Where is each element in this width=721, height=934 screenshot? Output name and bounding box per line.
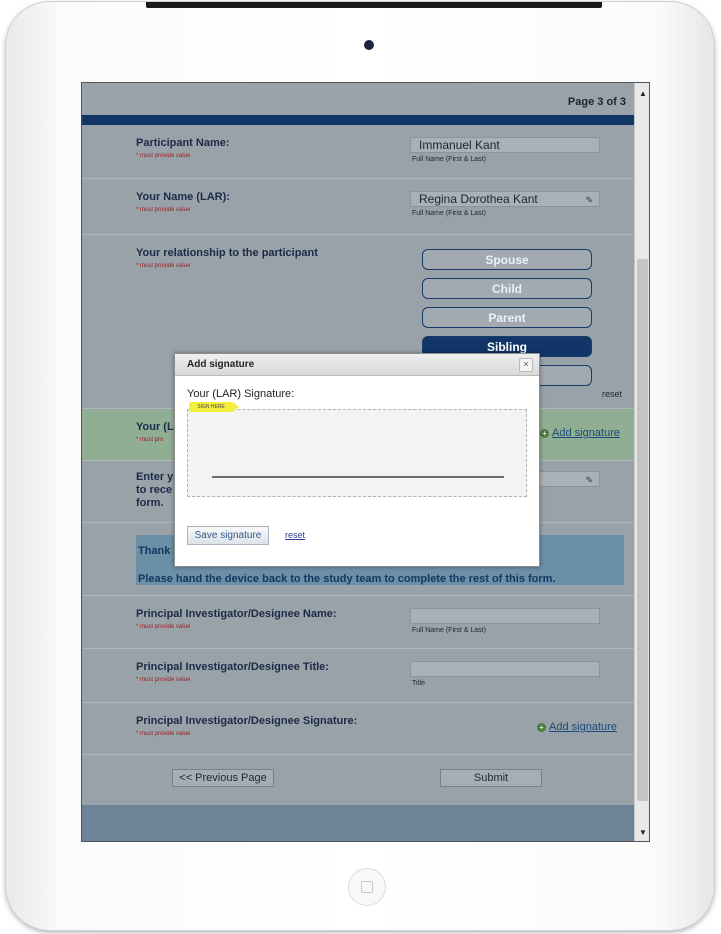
- enter-line-1: Enter y: [136, 471, 174, 483]
- submit-button[interactable]: Submit: [440, 769, 542, 787]
- close-icon[interactable]: ×: [519, 358, 533, 372]
- pi-name-input[interactable]: [410, 608, 600, 624]
- dialog-titlebar: Add signature ×: [175, 354, 539, 376]
- required-note: * must provide value: [136, 731, 191, 737]
- pi-title-label: Principal Investigator/Designee Title:: [136, 661, 329, 673]
- lar-add-signature-link[interactable]: + Add signature: [540, 427, 620, 439]
- pi-title-row: Principal Investigator/Designee Title: *…: [82, 649, 634, 703]
- home-square-icon: [361, 881, 373, 893]
- plus-icon: +: [540, 428, 549, 438]
- enter-line-3: form.: [136, 497, 164, 509]
- add-signature-label: Add signature: [549, 721, 617, 733]
- enter-line-2: to rece: [136, 484, 173, 496]
- option-child[interactable]: Child: [422, 278, 592, 299]
- relationship-label: Your relationship to the participant: [136, 247, 318, 259]
- add-signature-label: Add signature: [552, 427, 620, 439]
- scroll-up-icon[interactable]: ▲: [639, 89, 647, 98]
- home-button[interactable]: [348, 868, 386, 906]
- required-note: * must provide value: [136, 153, 191, 159]
- lar-signature-label: Your (L: [136, 421, 174, 433]
- scrollbar[interactable]: ▲ ▼: [634, 83, 649, 841]
- field-hint: Full Name (First & Last): [412, 210, 486, 217]
- field-hint: Full Name (First & Last): [412, 627, 486, 634]
- scrollbar-thumb[interactable]: [637, 259, 648, 801]
- dialog-title: Add signature: [187, 359, 255, 370]
- lar-name-input[interactable]: Regina Dorothea Kant ✎: [410, 191, 600, 207]
- lar-name-value: Regina Dorothea Kant: [419, 192, 538, 206]
- option-spouse[interactable]: Spouse: [422, 249, 592, 270]
- scroll-down-icon[interactable]: ▼: [639, 828, 647, 837]
- page-footer: [82, 805, 634, 841]
- field-hint: Full Name (First & Last): [412, 156, 486, 163]
- pi-add-signature-link[interactable]: + Add signature: [537, 721, 617, 733]
- pen-icon[interactable]: ✎: [585, 473, 593, 488]
- relationship-reset-link[interactable]: reset: [602, 389, 622, 399]
- tablet-top-edge: [146, 2, 602, 8]
- page-indicator: Page 3 of 3: [567, 96, 626, 108]
- lar-name-row: Your Name (LAR): * must provide value Re…: [82, 179, 634, 235]
- thank-you-text: Thank: [138, 545, 171, 557]
- page-header: Page 3 of 3: [82, 83, 634, 115]
- header-bar: [82, 115, 634, 125]
- pi-name-row: Principal Investigator/Designee Name: * …: [82, 595, 634, 649]
- field-hint: Title: [412, 680, 425, 687]
- signature-pad[interactable]: [187, 409, 527, 497]
- signature-prompt: Your (LAR) Signature:: [187, 388, 295, 400]
- participant-name-input[interactable]: Immanuel Kant: [410, 137, 600, 153]
- participant-name-label: Participant Name:: [136, 137, 230, 149]
- dialog-reset-link[interactable]: reset: [285, 530, 305, 540]
- pi-signature-label: Principal Investigator/Designee Signatur…: [136, 715, 358, 727]
- camera-icon: [364, 40, 374, 50]
- pi-name-label: Principal Investigator/Designee Name:: [136, 608, 337, 620]
- add-signature-dialog: Add signature × Your (LAR) Signature: SI…: [174, 353, 540, 567]
- signature-line: [212, 476, 504, 478]
- required-note: * must provide value: [136, 263, 191, 269]
- screen: Page 3 of 3 Participant Name: * must pro…: [81, 82, 650, 842]
- sign-here-tag: SIGN HERE: [189, 402, 239, 412]
- option-parent[interactable]: Parent: [422, 307, 592, 328]
- pen-icon[interactable]: ✎: [585, 193, 593, 208]
- previous-page-button[interactable]: << Previous Page: [172, 769, 274, 787]
- pi-title-input[interactable]: [410, 661, 600, 677]
- required-note: * must provide value: [136, 207, 191, 213]
- pi-signature-row: Principal Investigator/Designee Signatur…: [82, 703, 634, 755]
- required-note: * must provide value: [136, 677, 191, 683]
- participant-name-row: Participant Name: * must provide value I…: [82, 125, 634, 179]
- lar-name-label: Your Name (LAR):: [136, 191, 230, 203]
- hand-back-instruction: Please hand the device back to the study…: [138, 573, 556, 585]
- plus-icon: +: [537, 722, 546, 732]
- required-note: * must pro: [136, 437, 164, 443]
- required-note: * must provide value: [136, 624, 191, 630]
- save-signature-button[interactable]: Save signature: [187, 526, 269, 545]
